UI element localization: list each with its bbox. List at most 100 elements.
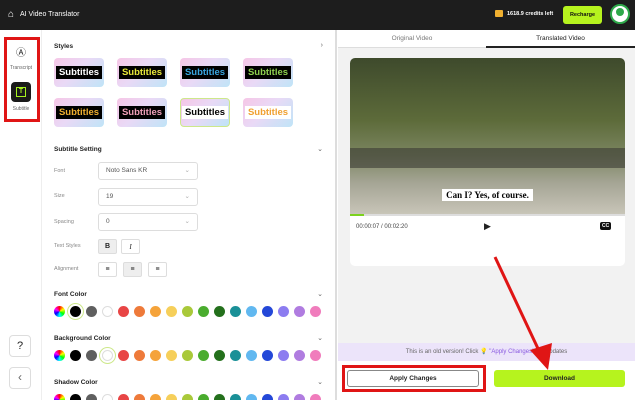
spacing-select[interactable]: 0 ⌄ bbox=[98, 213, 198, 231]
color-swatch[interactable] bbox=[134, 350, 145, 361]
style-tile[interactable]: Subtitles bbox=[117, 58, 167, 87]
color-swatch[interactable] bbox=[246, 394, 257, 400]
tab-original-video[interactable]: Original Video bbox=[338, 35, 486, 42]
color-swatch[interactable] bbox=[70, 350, 81, 361]
color-swatch[interactable] bbox=[214, 350, 225, 361]
color-swatch[interactable] bbox=[262, 350, 273, 361]
recharge-button[interactable]: Recharge bbox=[563, 6, 602, 24]
home-icon[interactable]: ⌂ bbox=[8, 9, 14, 20]
color-swatch[interactable] bbox=[102, 394, 113, 400]
avatar[interactable] bbox=[610, 4, 630, 24]
chevron-down-icon[interactable]: ⌄ bbox=[317, 145, 323, 153]
color-swatch[interactable] bbox=[150, 394, 161, 400]
color-swatch[interactable] bbox=[86, 394, 97, 400]
cc-button[interactable]: CC bbox=[600, 222, 612, 230]
color-swatch[interactable] bbox=[182, 350, 193, 361]
color-swatch[interactable] bbox=[118, 306, 129, 317]
color-swatch[interactable] bbox=[214, 394, 225, 400]
color-swatch[interactable] bbox=[166, 350, 177, 361]
subtitle-icon[interactable]: T bbox=[11, 82, 31, 102]
color-swatch[interactable] bbox=[310, 394, 321, 400]
style-tile[interactable]: Subtitles bbox=[180, 58, 230, 87]
color-swatch[interactable] bbox=[150, 350, 161, 361]
collapse-button[interactable]: ‹ bbox=[9, 367, 31, 389]
color-swatch[interactable] bbox=[294, 394, 305, 400]
color-swatch[interactable] bbox=[182, 394, 193, 400]
transcript-icon[interactable]: Ⓐ bbox=[11, 41, 31, 61]
align-left-button[interactable]: ≡ bbox=[98, 262, 117, 277]
video-player[interactable]: Can I? Yes, of course. 00:00:07 / 00:02:… bbox=[350, 58, 625, 266]
color-swatch[interactable] bbox=[230, 350, 241, 361]
video-caption: Can I? Yes, of course. bbox=[350, 189, 625, 201]
spacing-value: 0 bbox=[106, 218, 110, 225]
subtitle-tab[interactable]: Subtitle bbox=[6, 106, 36, 112]
font-select[interactable]: Noto Sans KR ⌄ bbox=[98, 162, 198, 180]
color-swatch[interactable] bbox=[294, 306, 305, 317]
color-swatch[interactable] bbox=[230, 394, 241, 400]
color-swatch[interactable] bbox=[134, 306, 145, 317]
color-swatch[interactable] bbox=[262, 306, 273, 317]
color-swatch[interactable] bbox=[182, 306, 193, 317]
color-swatch[interactable] bbox=[86, 350, 97, 361]
color-swatch[interactable] bbox=[310, 306, 321, 317]
color-picker-icon[interactable] bbox=[54, 350, 65, 361]
color-swatch[interactable] bbox=[198, 394, 209, 400]
chevron-down-icon[interactable]: ⌄ bbox=[317, 290, 323, 298]
help-button[interactable]: ? bbox=[9, 335, 31, 357]
color-swatch[interactable] bbox=[118, 350, 129, 361]
style-tile-label: Subtitles bbox=[181, 106, 229, 119]
align-right-button[interactable]: ≡ bbox=[148, 262, 167, 277]
color-swatch[interactable] bbox=[278, 394, 289, 400]
styles-heading: Styles bbox=[54, 43, 74, 50]
color-swatch[interactable] bbox=[294, 350, 305, 361]
chevron-right-icon[interactable]: › bbox=[321, 42, 323, 49]
preview-panel: Original Video Translated Video Can I? Y… bbox=[338, 30, 635, 400]
progress-track[interactable] bbox=[350, 214, 625, 216]
color-swatch[interactable] bbox=[166, 306, 177, 317]
transcript-tab[interactable]: Transcript bbox=[6, 65, 36, 71]
italic-button[interactable]: I bbox=[121, 239, 140, 254]
color-swatch[interactable] bbox=[70, 306, 81, 317]
color-swatch[interactable] bbox=[70, 394, 81, 400]
color-swatch[interactable] bbox=[198, 306, 209, 317]
chevron-down-icon[interactable]: ⌄ bbox=[317, 378, 323, 386]
active-tab-indicator bbox=[486, 46, 635, 48]
color-swatch[interactable] bbox=[246, 306, 257, 317]
style-tile[interactable]: Subtitles bbox=[54, 98, 104, 127]
style-tile[interactable]: Subtitles bbox=[117, 98, 167, 127]
color-picker-icon[interactable] bbox=[54, 394, 65, 400]
color-swatch[interactable] bbox=[310, 350, 321, 361]
style-tile-label: Subtitles bbox=[181, 66, 229, 79]
credits-text: 1618.9 credits left bbox=[507, 11, 554, 17]
align-center-button[interactable]: ≡ bbox=[123, 262, 142, 277]
chevron-down-icon[interactable]: ⌄ bbox=[317, 334, 323, 342]
style-tile[interactable]: Subtitles bbox=[243, 58, 293, 87]
style-tile[interactable]: Subtitles bbox=[54, 58, 104, 87]
bold-button[interactable]: B bbox=[98, 239, 117, 254]
play-icon[interactable]: ▶ bbox=[484, 221, 491, 232]
size-select[interactable]: 19 ⌄ bbox=[98, 188, 198, 206]
color-swatch[interactable] bbox=[246, 350, 257, 361]
color-picker-icon[interactable] bbox=[54, 306, 65, 317]
apply-changes-link[interactable]: "Apply Changes" bbox=[489, 349, 534, 355]
color-swatch[interactable] bbox=[230, 306, 241, 317]
color-swatch[interactable] bbox=[102, 350, 113, 361]
style-tile[interactable]: Subtitles bbox=[180, 98, 230, 127]
color-swatch[interactable] bbox=[86, 306, 97, 317]
color-swatch[interactable] bbox=[166, 394, 177, 400]
color-swatch[interactable] bbox=[262, 394, 273, 400]
color-swatch[interactable] bbox=[278, 306, 289, 317]
tab-translated-video[interactable]: Translated Video bbox=[486, 35, 635, 42]
color-swatch[interactable] bbox=[214, 306, 225, 317]
style-tile[interactable]: Subtitles bbox=[243, 98, 293, 127]
color-swatch[interactable] bbox=[118, 394, 129, 400]
download-button[interactable]: Download bbox=[494, 370, 625, 387]
video-frame[interactable]: Can I? Yes, of course. bbox=[350, 58, 625, 214]
apply-changes-button[interactable]: Apply Changes bbox=[347, 370, 479, 387]
color-swatch[interactable] bbox=[278, 350, 289, 361]
color-swatch[interactable] bbox=[134, 394, 145, 400]
top-bar: ⌂ AI Video Translator 1618.9 credits lef… bbox=[0, 0, 635, 30]
color-swatch[interactable] bbox=[198, 350, 209, 361]
color-swatch[interactable] bbox=[102, 306, 113, 317]
color-swatch[interactable] bbox=[150, 306, 161, 317]
